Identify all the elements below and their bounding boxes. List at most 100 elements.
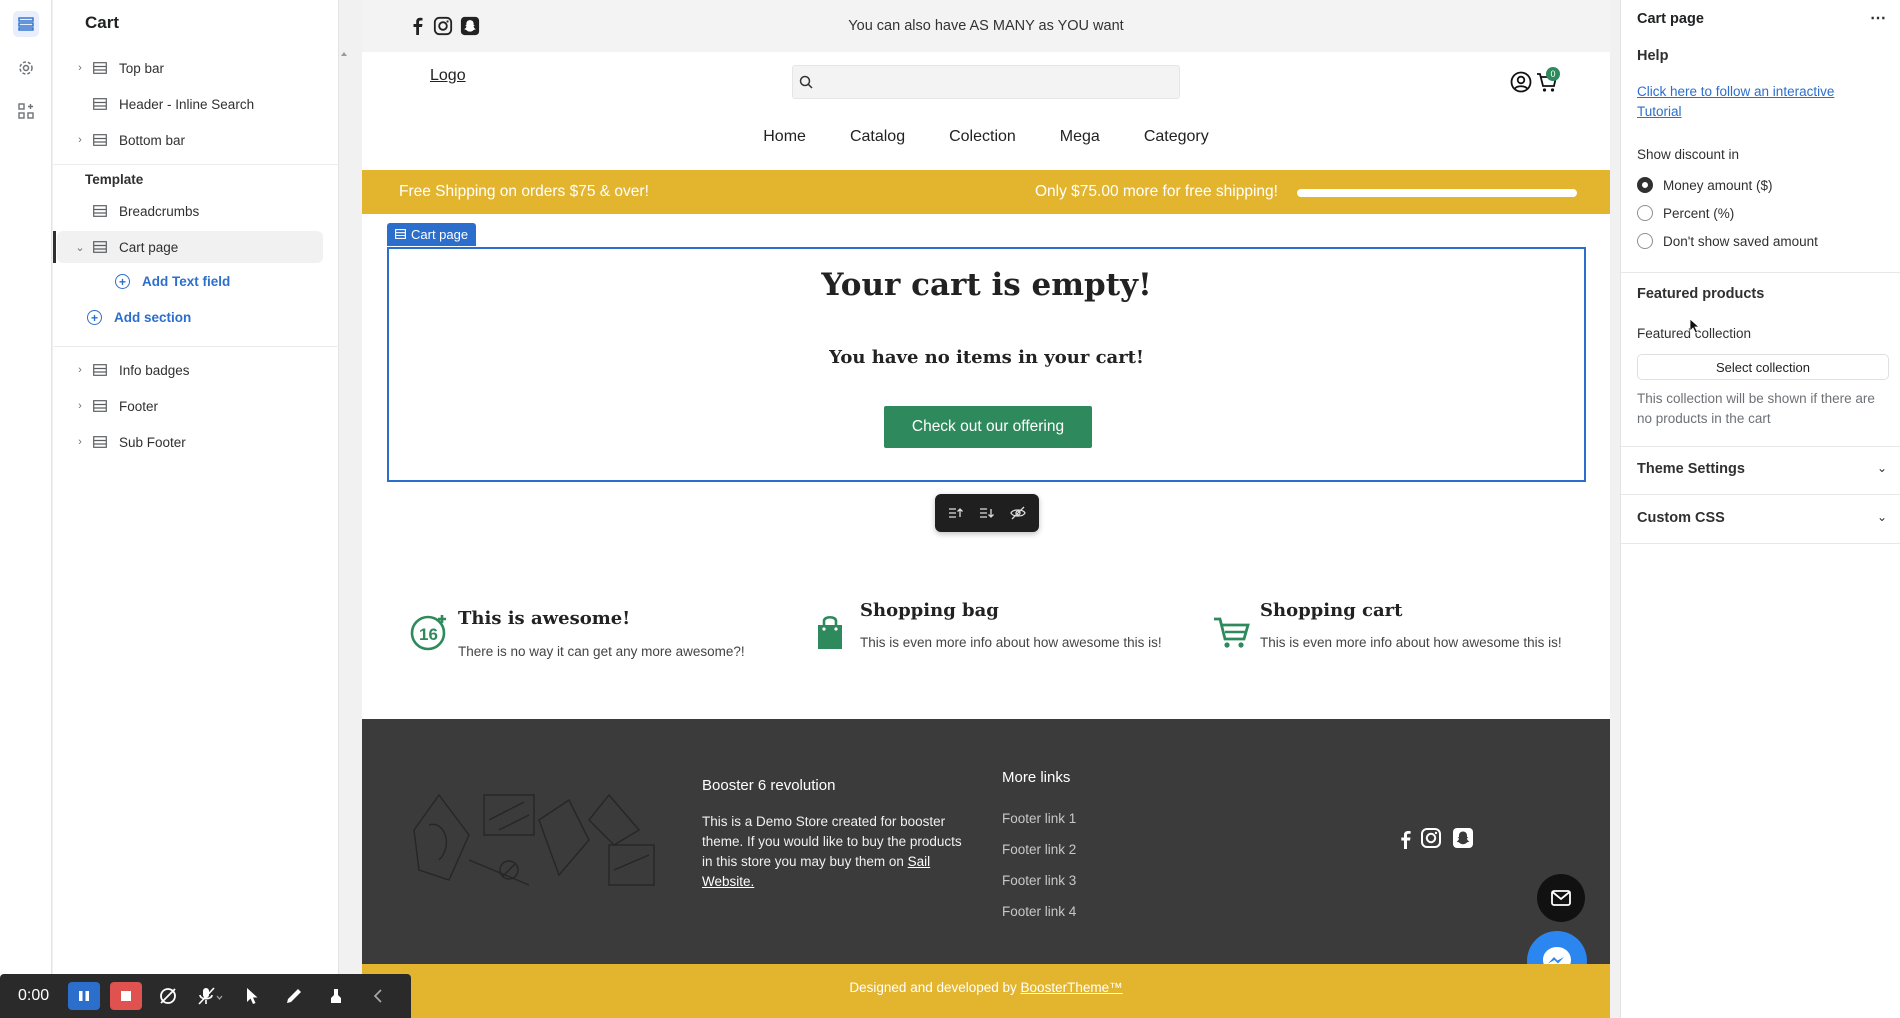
sidebar-item-breadcrumbs[interactable]: Breadcrumbs xyxy=(57,195,323,227)
cart-page-section[interactable]: Your cart is empty! You have no items in… xyxy=(387,247,1586,482)
chevron-left-icon xyxy=(373,989,382,1003)
radio-percent[interactable]: Percent (%) xyxy=(1637,205,1734,221)
select-collection-button[interactable]: Select collection xyxy=(1637,354,1889,380)
nav-item-catalog[interactable]: Catalog xyxy=(850,128,905,156)
apps-icon[interactable] xyxy=(13,98,39,124)
shopping-bag-icon xyxy=(818,615,842,649)
theme-settings-label: Theme Settings xyxy=(1637,461,1745,477)
mic-off-button[interactable] xyxy=(194,982,226,1010)
footer-illustration xyxy=(413,793,655,886)
hide-eye-icon[interactable] xyxy=(1007,503,1029,523)
sidebar-item-bottom-bar[interactable]: › Bottom bar xyxy=(57,124,323,156)
svg-text:16: 16 xyxy=(419,625,438,644)
search-icon xyxy=(799,75,813,89)
chevron-right-icon[interactable]: › xyxy=(71,134,89,146)
instagram-icon[interactable] xyxy=(433,15,453,37)
radio-dot[interactable] xyxy=(1637,205,1653,221)
chevron-right-icon[interactable]: › xyxy=(71,436,89,448)
add-text-field-button[interactable]: + Add Text field xyxy=(115,274,230,289)
add-text-field-label: Add Text field xyxy=(142,274,231,289)
search-input[interactable] xyxy=(792,65,1180,99)
add-section-button[interactable]: + Add section xyxy=(87,310,191,325)
footer-links-title: More links xyxy=(1002,769,1071,786)
section-icon xyxy=(93,134,107,146)
featured-products-heading: Featured products xyxy=(1637,286,1765,302)
gear-icon[interactable] xyxy=(13,55,39,81)
move-down-icon[interactable] xyxy=(976,503,998,523)
account-icon[interactable] xyxy=(1510,71,1532,93)
section-icon xyxy=(93,436,107,448)
sidebar-item-label: Info badges xyxy=(119,362,190,378)
check-out-offering-button[interactable]: Check out our offering xyxy=(884,406,1092,448)
section-tag-label: Cart page xyxy=(411,227,469,242)
section-icon xyxy=(93,98,107,110)
chevron-down-icon[interactable]: ⌄ xyxy=(71,241,89,254)
left-rail xyxy=(0,0,52,1018)
nav-item-colection[interactable]: Colection xyxy=(949,128,1016,156)
mic-off-icon xyxy=(198,987,223,1005)
collapse-toolbar-button[interactable] xyxy=(362,982,394,1010)
shipping-progress-bar xyxy=(1297,189,1577,197)
tutorial-link[interactable]: Click here to follow an interactive Tuto… xyxy=(1637,82,1867,122)
sidebar-item-cart-page[interactable]: ⌄ Cart page xyxy=(53,231,323,263)
sidebar-item-sub-footer[interactable]: › Sub Footer xyxy=(57,426,323,458)
nav-item-mega[interactable]: Mega xyxy=(1060,128,1100,156)
radio-dot[interactable] xyxy=(1637,177,1653,193)
section-icon xyxy=(93,205,107,217)
highlighter-tool-button[interactable] xyxy=(320,982,352,1010)
highlighter-icon xyxy=(331,989,341,1003)
radio-label: Money amount ($) xyxy=(1663,177,1773,193)
info-badge-title: Shopping cart xyxy=(1260,600,1403,621)
radio-dot[interactable] xyxy=(1637,233,1653,249)
footer-link[interactable]: Footer link 1 xyxy=(1002,811,1076,826)
sub-footer: Designed and developed by BoosterTheme™ xyxy=(362,964,1610,1018)
scroll-up-arrow-icon[interactable] xyxy=(340,50,348,58)
pause-icon xyxy=(79,991,89,1001)
cart-empty-title: Your cart is empty! xyxy=(821,267,1152,303)
camera-off-button[interactable] xyxy=(152,982,184,1010)
section-tag-cart-page[interactable]: Cart page xyxy=(387,223,477,246)
move-up-icon[interactable] xyxy=(945,503,967,523)
chevron-right-icon[interactable]: › xyxy=(71,62,89,74)
chevron-right-icon[interactable]: › xyxy=(71,400,89,412)
contact-mail-button[interactable] xyxy=(1537,874,1585,922)
help-heading: Help xyxy=(1637,48,1669,64)
footer-brand: Booster 6 revolution xyxy=(702,777,836,794)
chevron-right-icon[interactable]: › xyxy=(71,364,89,376)
sidebar-item-label: Top bar xyxy=(119,60,165,76)
footer-link[interactable]: Footer link 2 xyxy=(1002,842,1076,857)
facebook-icon[interactable] xyxy=(408,15,428,37)
stop-button[interactable] xyxy=(110,982,142,1010)
snapchat-icon[interactable] xyxy=(460,15,480,37)
pause-button[interactable] xyxy=(68,982,100,1010)
pointer-tool-button[interactable] xyxy=(236,982,268,1010)
divider xyxy=(1621,543,1900,544)
main-nav: Home Catalog Colection Mega Category xyxy=(362,128,1610,156)
nav-item-home[interactable]: Home xyxy=(763,128,806,156)
theme-settings-toggle[interactable]: Theme Settings ⌄ xyxy=(1637,461,1887,477)
more-options-icon[interactable]: ⋯ xyxy=(1870,8,1887,28)
sidebar-item-top-bar[interactable]: › Top bar xyxy=(57,52,323,84)
instagram-icon[interactable] xyxy=(1420,827,1442,849)
cursor-icon xyxy=(247,988,258,1004)
footer-link[interactable]: Footer link 3 xyxy=(1002,873,1076,888)
sidebar-item-info-badges[interactable]: › Info badges xyxy=(57,354,323,386)
footer-link[interactable]: Footer link 4 xyxy=(1002,904,1076,919)
pen-tool-button[interactable] xyxy=(278,982,310,1010)
store-logo-link[interactable]: Logo xyxy=(430,67,466,85)
stop-icon xyxy=(121,991,131,1001)
nav-item-category[interactable]: Category xyxy=(1144,128,1209,156)
booster-theme-link[interactable]: BoosterTheme™ xyxy=(1021,980,1123,995)
radio-dont-show-saved[interactable]: Don't show saved amount xyxy=(1637,233,1818,249)
radio-money-amount[interactable]: Money amount ($) xyxy=(1637,177,1773,193)
sidebar-item-label: Header - Inline Search xyxy=(119,96,255,112)
info-badge-desc: This is even more info about how awesome… xyxy=(860,635,1162,650)
custom-css-toggle[interactable]: Custom CSS ⌄ xyxy=(1637,510,1887,526)
sidebar-item-header[interactable]: Header - Inline Search xyxy=(57,88,323,120)
divider xyxy=(1621,446,1900,447)
snapchat-icon[interactable] xyxy=(1452,827,1474,849)
sections-icon[interactable] xyxy=(13,11,39,37)
facebook-icon[interactable] xyxy=(1398,828,1412,850)
sidebar-item-footer[interactable]: › Footer xyxy=(57,390,323,422)
sub-footer-text: Designed and developed by xyxy=(849,980,1021,995)
